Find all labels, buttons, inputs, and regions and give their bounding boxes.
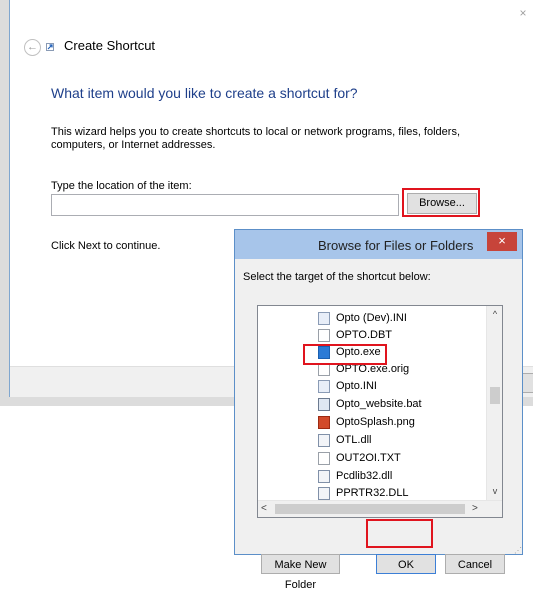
scroll-left-icon[interactable]: < [261,503,267,514]
dialog-titlebar: Browse for Files or Folders × [235,230,522,259]
item-label: Opto.INI [336,380,377,392]
file-tree[interactable]: Opto (Dev).INI OPTO.DBT Opto.exe OPTO.ex… [257,305,503,518]
dialog-title: Browse for Files or Folders [318,238,474,253]
dll-file-icon [318,433,330,447]
close-icon[interactable]: × [516,6,530,20]
list-item[interactable]: OPTO.DBT [318,327,392,343]
document-icon [318,328,330,342]
browse-dialog: Browse for Files or Folders × Select the… [234,229,523,591]
scroll-down-icon[interactable]: v [487,486,502,498]
list-item[interactable]: OTL.dll [318,432,371,448]
opto-exe-highlight-box [303,344,387,365]
list-item[interactable]: OptoSplash.png [318,414,415,430]
ini-file-icon [318,379,330,393]
scroll-thumb[interactable] [490,387,500,404]
shortcut-arrow-icon [46,43,54,51]
image-file-icon [318,415,330,429]
list-item[interactable]: Opto_website.bat [318,396,422,412]
dll-file-icon [318,469,330,483]
page-heading: What item would you like to create a sho… [51,85,358,101]
vertical-scrollbar[interactable]: ^ v [486,306,502,500]
window-edge-left [9,0,10,397]
scroll-thumb-horizontal[interactable] [275,504,465,514]
next-hint-text: Click Next to continue. [51,240,161,252]
item-label: OUT2OI.TXT [336,452,401,464]
location-input[interactable] [51,194,399,216]
list-item[interactable]: OUT2OI.TXT [318,450,401,466]
item-label: OPTO.DBT [336,329,393,341]
item-label: OTL.dll [336,434,372,446]
ok-highlight-box [366,519,433,548]
ini-file-icon [318,311,330,325]
cancel-button[interactable]: Cancel [445,554,505,574]
dialog-body: Select the target of the shortcut below:… [239,260,518,591]
item-label: OptoSplash.png [336,416,415,428]
ok-button[interactable]: OK [376,554,436,574]
list-item[interactable]: PPRTR32.DLL [318,485,409,501]
dll-file-icon [318,486,330,500]
batch-file-icon [318,397,330,411]
scroll-right-icon[interactable]: > [472,503,478,514]
horizontal-scrollbar[interactable]: < > [258,500,502,517]
item-label: Pcdlib32.dll [336,470,393,482]
list-item[interactable]: Opto (Dev).INI [318,310,407,326]
resize-grip-icon[interactable]: ⋰ [514,546,522,555]
item-label: Opto_website.bat [336,398,422,410]
scroll-up-icon[interactable]: ^ [487,309,502,321]
document-icon [318,451,330,465]
location-label: Type the location of the item: [51,180,192,192]
item-label: Opto (Dev).INI [336,312,407,324]
list-item[interactable]: Opto.INI [318,378,377,394]
window-title: Create Shortcut [64,38,156,53]
dialog-instruction: Select the target of the shortcut below: [243,271,431,283]
back-arrow-button[interactable]: ← [24,39,41,56]
wizard-description: This wizard helps you to create shortcut… [51,126,461,151]
make-new-folder-button[interactable]: Make New Folder [261,554,340,591]
item-label: PPRTR32.DLL [336,487,409,499]
browse-highlight-box [402,188,480,217]
dialog-close-button[interactable]: × [487,232,517,251]
list-item[interactable]: Pcdlib32.dll [318,468,392,484]
window-frame-left [0,0,9,406]
